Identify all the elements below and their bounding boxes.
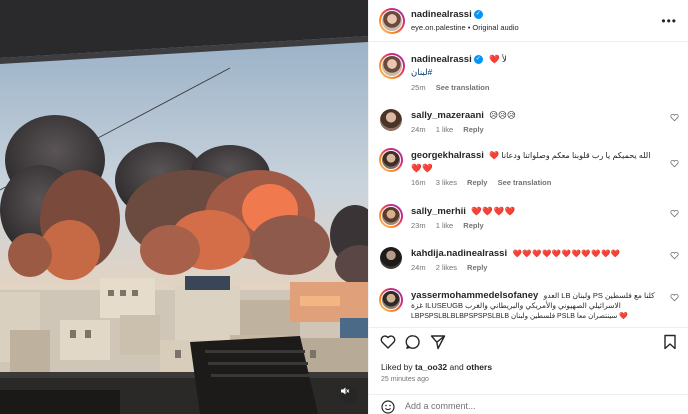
caption-line-1: لأ ❤️ — [489, 54, 507, 64]
post-timestamp[interactable]: 25 minutes ago — [381, 376, 429, 383]
heart-icon[interactable] — [670, 293, 679, 302]
comment-likes[interactable]: 1 like — [436, 221, 454, 230]
author-name-row: nadinealrassi ✓ — [411, 9, 483, 20]
comment-text-row: sally_merhii ❤️❤️❤️❤️ — [411, 205, 516, 218]
commenter-avatar[interactable] — [380, 247, 402, 269]
caption-age: 25m — [411, 83, 426, 92]
comment-item: yassermohammedelsofaney كلنا مع فلسطين P… — [369, 287, 688, 326]
bookmark-icon[interactable] — [663, 334, 677, 350]
add-comment-bar — [369, 394, 688, 414]
comment-meta: 23m 1 like Reply — [411, 221, 492, 230]
comment-likes[interactable]: 1 like — [436, 125, 454, 134]
commenter-avatar[interactable] — [380, 109, 402, 131]
comment-reply[interactable]: Reply — [467, 178, 487, 187]
comment-text-row: georgekhalrassi الله يحميكم يا رب قلوبنا… — [411, 149, 671, 162]
heart-icon[interactable] — [670, 113, 679, 122]
verified-icon: ✓ — [473, 55, 483, 65]
mute-icon — [341, 387, 350, 395]
commenter-avatar[interactable] — [379, 148, 403, 172]
heart-icon[interactable] — [380, 334, 396, 350]
post-actions: Liked by ta_oo32 and others 25 minutes a… — [369, 327, 688, 414]
chair — [190, 336, 318, 414]
comment-text-line-3: LBPSPSLBLBLBPSPSPSLBLB فلسطين ولبنان PSL… — [411, 313, 628, 320]
comment-reply[interactable]: Reply — [463, 125, 483, 134]
comment-text: ❤️❤️❤️❤️ — [471, 206, 516, 216]
post-header: nadinealrassi ✓ eye.on.palestine • Origin… — [369, 0, 688, 42]
audio-subtitle[interactable]: eye.on.palestine • Original audio — [411, 23, 519, 32]
post-video[interactable] — [0, 0, 368, 414]
comment-age: 24m — [411, 263, 426, 272]
comment-age: 23m — [411, 221, 426, 230]
comment-likes[interactable]: 3 likes — [436, 178, 457, 187]
comment-age: 16m — [411, 178, 426, 187]
heart-icon[interactable] — [670, 209, 679, 218]
caption-meta: 25m See translation — [411, 83, 497, 92]
comment-text: كلنا مع فلسطين PS ولبنان LB العدو — [543, 291, 655, 300]
comment-see-translation[interactable]: See translation — [498, 178, 552, 187]
caption-username[interactable]: nadinealrassi — [411, 54, 472, 65]
liked-by-others[interactable]: others — [466, 362, 492, 372]
liked-by-prefix: Liked by — [381, 362, 416, 372]
verified-icon: ✓ — [473, 10, 483, 20]
comment-reply[interactable]: Reply — [467, 263, 487, 272]
comments-list[interactable]: nadinealrassi ✓ لأ ❤️ #لبنان 25m See tran… — [369, 43, 688, 326]
caption-avatar[interactable] — [379, 53, 405, 79]
add-comment-input[interactable] — [405, 399, 665, 413]
comment-text-line-2: ❤️❤️ — [411, 163, 434, 173]
comment-text-row: kahdija.nadinealrassi ❤️❤️❤️❤️❤️❤️❤️❤️❤️… — [411, 247, 621, 260]
comment-item: sally_mazeraani 😥😥😥 24m 1 like Reply — [369, 107, 688, 139]
emoji-icon[interactable] — [381, 400, 395, 414]
caption-hashtag[interactable]: #لبنان — [411, 66, 432, 78]
commenter-avatar[interactable] — [379, 204, 403, 228]
video-frame — [0, 0, 368, 414]
comment-text: 😥😥😥 — [489, 110, 516, 120]
comment-username[interactable]: sally_mazeraani — [411, 110, 484, 121]
share-icon[interactable] — [430, 334, 446, 350]
liked-by-user[interactable]: ta_oo32 — [415, 362, 447, 372]
comment-meta: 24m 1 like Reply — [411, 125, 492, 134]
comment-item: georgekhalrassi الله يحميكم يا رب قلوبنا… — [369, 147, 688, 195]
comment-meta: 16m 3 likes Reply See translation — [411, 178, 559, 187]
comment-item: sally_merhii ❤️❤️❤️❤️ 23m 1 like Reply — [369, 203, 688, 235]
caption-see-translation[interactable]: See translation — [436, 83, 490, 92]
comment-meta: 24m 2 likes Reply — [411, 263, 495, 272]
heart-icon[interactable] — [670, 251, 679, 260]
comment-reply[interactable]: Reply — [463, 221, 483, 230]
comment-text-row: sally_mazeraani 😥😥😥 — [411, 109, 516, 122]
post-details-panel: nadinealrassi ✓ eye.on.palestine • Origin… — [368, 0, 688, 414]
instagram-post: nadinealrassi ✓ eye.on.palestine • Origin… — [0, 0, 688, 414]
mute-button[interactable] — [340, 386, 358, 404]
comment-item: kahdija.nadinealrassi ❤️❤️❤️❤️❤️❤️❤️❤️❤️… — [369, 245, 688, 277]
heart-icon[interactable] — [670, 159, 679, 168]
caption-text-row: nadinealrassi ✓ لأ ❤️ — [411, 53, 507, 66]
comment-username[interactable]: sally_merhii — [411, 206, 466, 217]
comment-username[interactable]: georgekhalrassi — [411, 150, 484, 161]
comment-username[interactable]: kahdija.nadinealrassi — [411, 248, 507, 259]
commenter-avatar[interactable] — [379, 288, 403, 312]
comment-likes[interactable]: 2 likes — [436, 263, 457, 272]
post-caption: nadinealrassi ✓ لأ ❤️ #لبنان 25m See tran… — [369, 51, 688, 101]
more-icon[interactable]: ••• — [661, 14, 677, 28]
liked-by: Liked by ta_oo32 and others — [381, 362, 492, 372]
author-avatar[interactable] — [379, 8, 405, 34]
comment-text: ❤️❤️❤️❤️❤️❤️❤️❤️❤️❤️❤️ — [512, 249, 621, 258]
liked-by-and: and — [447, 362, 467, 372]
author-username[interactable]: nadinealrassi — [411, 9, 472, 20]
comment-age: 24m — [411, 125, 426, 134]
comment-icon[interactable] — [405, 334, 421, 350]
comment-text: الله يحميكم يا رب قلوبنا معكم وصلواتنا و… — [489, 151, 651, 160]
